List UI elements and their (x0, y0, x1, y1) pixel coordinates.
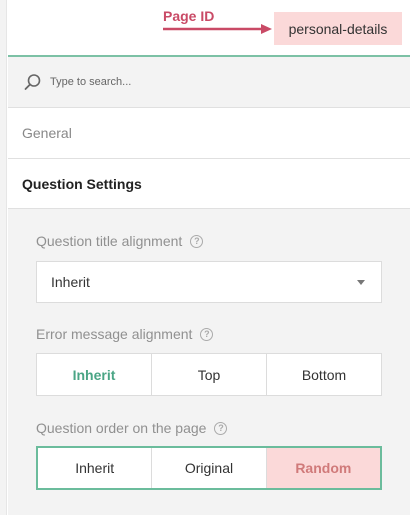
error-alignment-label-text: Error message alignment (36, 326, 193, 342)
title-alignment-dropdown[interactable]: Inherit (36, 261, 382, 303)
title-alignment-value: Inherit (51, 274, 90, 290)
chevron-down-icon (357, 280, 365, 285)
help-icon[interactable]: ? (214, 421, 228, 435)
question-order-selector: Inherit Original Random (36, 446, 382, 490)
arrow-right-icon (163, 24, 272, 34)
search-bar (8, 57, 410, 108)
error-alignment-option-top[interactable]: Top (152, 354, 267, 395)
error-alignment-label: Error message alignment ? (36, 326, 214, 342)
error-alignment-option-inherit[interactable]: Inherit (37, 354, 152, 395)
section-general[interactable]: General (8, 108, 410, 159)
title-alignment-label: Question title alignment ? (36, 233, 204, 249)
question-order-label: Question order on the page ? (36, 420, 228, 436)
error-alignment-selector: Inherit Top Bottom (36, 353, 382, 396)
question-order-option-random[interactable]: Random (266, 448, 380, 488)
section-question-settings[interactable]: Question Settings (8, 159, 410, 209)
title-alignment-label-text: Question title alignment (36, 233, 183, 249)
help-icon[interactable]: ? (200, 327, 214, 341)
help-icon[interactable]: ? (190, 234, 204, 248)
question-order-option-inherit[interactable]: Inherit (38, 448, 153, 488)
question-order-label-text: Question order on the page (36, 420, 207, 436)
page-id-value[interactable]: personal-details (274, 12, 402, 45)
search-input[interactable] (50, 76, 350, 88)
panel-left-border (0, 0, 7, 515)
question-order-option-original[interactable]: Original (152, 448, 267, 488)
error-alignment-option-bottom[interactable]: Bottom (267, 354, 381, 395)
search-icon (24, 74, 41, 90)
property-panel: Page ID personal-details General Questio… (0, 0, 410, 515)
